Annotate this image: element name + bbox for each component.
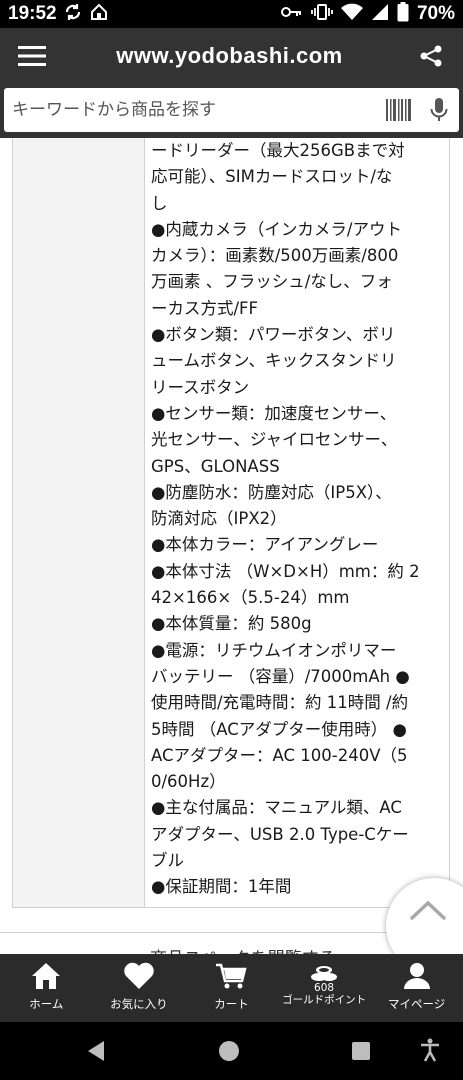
nav-home-label: ホーム: [29, 997, 64, 1011]
android-nav-bar: [0, 1022, 463, 1080]
spec-line: アダプター、USB 2.0 Type-Cケー: [151, 824, 409, 844]
spec-line: し: [151, 193, 168, 213]
status-time: 19:52: [8, 3, 57, 24]
nav-gold-points[interactable]: 608 ゴールドポイント: [278, 954, 371, 1022]
site-title[interactable]: www.yodobashi.com: [60, 43, 399, 69]
spec-line: 応可能）、SIMカードスロット/な: [151, 167, 393, 187]
nav-favorites[interactable]: お気に入り: [93, 954, 186, 1022]
next-section-heading[interactable]: 商品スペックを閲覧する: [150, 944, 336, 954]
battery-percent: 70%: [416, 3, 455, 24]
spec-line: ードリーダー（最大256GBまで対: [151, 141, 405, 160]
spec-line: ●本体寸法 （W×D×H）mm：約 2: [151, 561, 420, 581]
coins-icon: [311, 966, 338, 981]
spec-line: ュームボタン、キックスタンドリ: [151, 351, 397, 371]
bottom-nav: ホーム お気に入り カート 608 ゴールドポイント マイページ: [0, 954, 463, 1022]
user-icon: [403, 963, 430, 989]
menu-button[interactable]: [0, 28, 64, 84]
spec-value-cell: ードリーダー（最大256GBまで対 応可能）、SIMカードスロット/なし ●内蔵カメ…: [145, 138, 449, 907]
spec-line: 42×166×（5.5-24）mm: [151, 588, 350, 608]
nav-cart-label: カート: [214, 997, 249, 1011]
share-button[interactable]: [399, 28, 463, 84]
barcode-icon: [386, 99, 411, 121]
spec-line: 防滴対応（IPX2）: [151, 509, 287, 529]
share-icon: [420, 45, 442, 67]
spec-line: カメラ）：画素数/500万画素/800: [151, 246, 399, 266]
spec-line: バッテリー （容量）/7000mAh ●: [151, 666, 410, 686]
search-box: [4, 88, 459, 132]
spec-line: 5時間 （ACアダプター使用時） ●: [151, 719, 407, 739]
spec-line: ●本体質量：約 580g: [151, 614, 312, 634]
signal-icon: [371, 3, 389, 26]
nav-cart[interactable]: カート: [185, 954, 278, 1022]
spec-line: ●内蔵カメラ（インカメラ/アウト: [151, 219, 402, 239]
vibrate-icon: [311, 3, 333, 26]
wifi-icon: [340, 3, 363, 26]
key-icon: [280, 5, 303, 24]
spec-line: ACアダプター：AC 100-240V（5: [151, 745, 408, 765]
spec-line: ブル: [151, 851, 184, 871]
microphone-icon: [430, 98, 448, 121]
spec-line: リースボタン: [151, 377, 250, 397]
status-bar: 19:52 70%: [0, 0, 463, 28]
battery-icon: [397, 1, 409, 27]
recent-apps-icon[interactable]: [352, 1042, 370, 1060]
spec-line: ●本体カラー：アイアングレー: [151, 535, 379, 555]
accessibility-icon[interactable]: [420, 1038, 440, 1066]
nav-gold-points-label: ゴールドポイント: [282, 994, 367, 1006]
hamburger-icon: [18, 46, 46, 66]
spec-label-cell: [13, 138, 145, 907]
cart-icon: [216, 963, 248, 989]
nav-home[interactable]: ホーム: [0, 954, 93, 1022]
home-icon: [32, 963, 61, 989]
chevron-up-icon: [410, 900, 446, 920]
spec-line: 光センサー、ジャイロセンサー、: [151, 430, 398, 450]
spec-text: ードリーダー（最大256GBまで対 応可能）、SIMカードスロット/なし ●内蔵カメ…: [151, 138, 443, 901]
gold-points-count: 608: [314, 982, 335, 994]
spec-line: ●主な付属品：マニュアル類、AC: [151, 798, 402, 818]
site-header: www.yodobashi.com: [0, 28, 463, 84]
spec-line: ●ボタン類：パワーボタン、ボリ: [151, 325, 396, 345]
spec-line: 使用時間/充電時間：約 11時間 /約: [151, 693, 409, 713]
nav-mypage[interactable]: マイページ: [370, 954, 463, 1022]
home-circle-icon[interactable]: [219, 1041, 239, 1061]
search-input[interactable]: [4, 88, 379, 132]
spec-line: 万画素 、フラッシュ/なし、フォ: [151, 272, 393, 292]
spec-line: 0/60Hz）: [151, 772, 226, 792]
nav-favorites-label: お気に入り: [110, 997, 168, 1011]
search-bar: [0, 84, 463, 138]
spec-content: ードリーダー（最大256GBまで対 応可能）、SIMカードスロット/なし ●内蔵カメ…: [0, 138, 463, 954]
heart-icon: [124, 962, 154, 989]
spec-line: ●センサー類：加速度センサー、: [151, 403, 397, 423]
barcode-button[interactable]: [379, 88, 419, 132]
spec-line: ●電源：リチウムイオンポリマー: [151, 640, 397, 660]
spec-line: ーカス方式/FF: [151, 298, 259, 318]
back-icon[interactable]: [86, 1040, 106, 1066]
voice-search-button[interactable]: [419, 88, 459, 132]
spec-line: GPS、GLONASS: [151, 456, 280, 476]
spec-line: ●防塵防水：防塵対応（IP5X）、: [151, 482, 392, 502]
home-status-icon: [89, 2, 109, 27]
spec-table: ードリーダー（最大256GBまで対 応可能）、SIMカードスロット/なし ●内蔵カメ…: [12, 138, 450, 908]
nav-mypage-label: マイページ: [388, 997, 446, 1011]
sync-icon: [63, 2, 83, 27]
